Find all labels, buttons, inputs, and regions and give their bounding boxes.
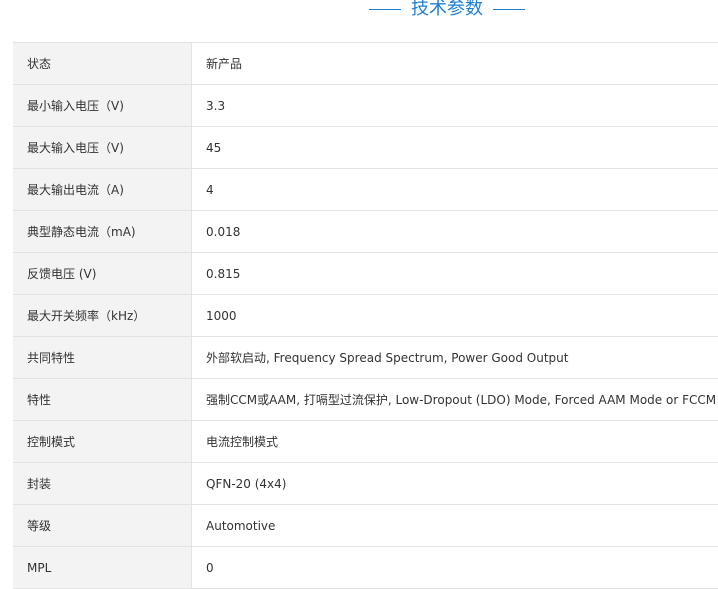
param-label: 最大输出电流（A): [13, 168, 192, 211]
param-label: 最大开关频率（kHz）: [13, 294, 192, 337]
table-row: 等级 Automotive: [13, 504, 718, 547]
table-row: 控制模式 电流控制模式: [13, 420, 718, 463]
spec-table: 状态 新产品 最小输入电压（V) 3.3 最大输入电压（V) 45 最大输出电流…: [13, 42, 718, 589]
heading-right-rule: [492, 8, 525, 10]
param-value: 外部软启动, Frequency Spread Spectrum, Power …: [191, 336, 718, 379]
param-value: 4: [191, 168, 718, 211]
section-heading-inner: 技术参数: [365, 0, 528, 18]
param-value: 0.018: [191, 210, 718, 253]
table-row: 共同特性 外部软启动, Frequency Spread Spectrum, P…: [13, 336, 718, 379]
section-title-text: 技术参数: [411, 0, 483, 19]
table-row: 典型静态电流（mA) 0.018: [13, 210, 718, 253]
param-value: 强制CCM或AAM, 打嗝型过流保护, Low-Dropout (LDO) Mo…: [191, 378, 718, 421]
param-label: 最小输入电压（V): [13, 84, 192, 127]
param-label: 控制模式: [13, 420, 192, 463]
param-label: 共同特性: [13, 336, 192, 379]
param-label: MPL: [13, 546, 192, 589]
table-row: 特性 强制CCM或AAM, 打嗝型过流保护, Low-Dropout (LDO)…: [13, 378, 718, 421]
table-row: 状态 新产品: [13, 42, 718, 85]
param-value: 45: [191, 126, 718, 169]
param-label: 典型静态电流（mA): [13, 210, 192, 253]
table-row: MPL 0: [13, 546, 718, 589]
table-row: 最大输入电压（V) 45: [13, 126, 718, 169]
param-value: 1000: [191, 294, 718, 337]
section-heading: 技术参数: [0, 0, 718, 20]
heading-left-rule: [369, 8, 402, 10]
table-row: 反馈电压 (V) 0.815: [13, 252, 718, 295]
param-label: 反馈电压 (V): [13, 252, 192, 295]
param-label: 状态: [13, 42, 192, 85]
param-value: 0.815: [191, 252, 718, 295]
param-label: 特性: [13, 378, 192, 421]
param-label: 等级: [13, 504, 192, 547]
param-value: 0: [191, 546, 718, 589]
param-value: QFN-20 (4x4): [191, 462, 718, 505]
table-row: 最小输入电压（V) 3.3: [13, 84, 718, 127]
table-row: 最大输出电流（A) 4: [13, 168, 718, 211]
param-value: 电流控制模式: [191, 420, 718, 463]
param-value: 3.3: [191, 84, 718, 127]
param-label: 封装: [13, 462, 192, 505]
param-value: 新产品: [191, 42, 718, 85]
param-value: Automotive: [191, 504, 718, 547]
table-row: 最大开关频率（kHz） 1000: [13, 294, 718, 337]
table-row: 封装 QFN-20 (4x4): [13, 462, 718, 505]
param-label: 最大输入电压（V): [13, 126, 192, 169]
